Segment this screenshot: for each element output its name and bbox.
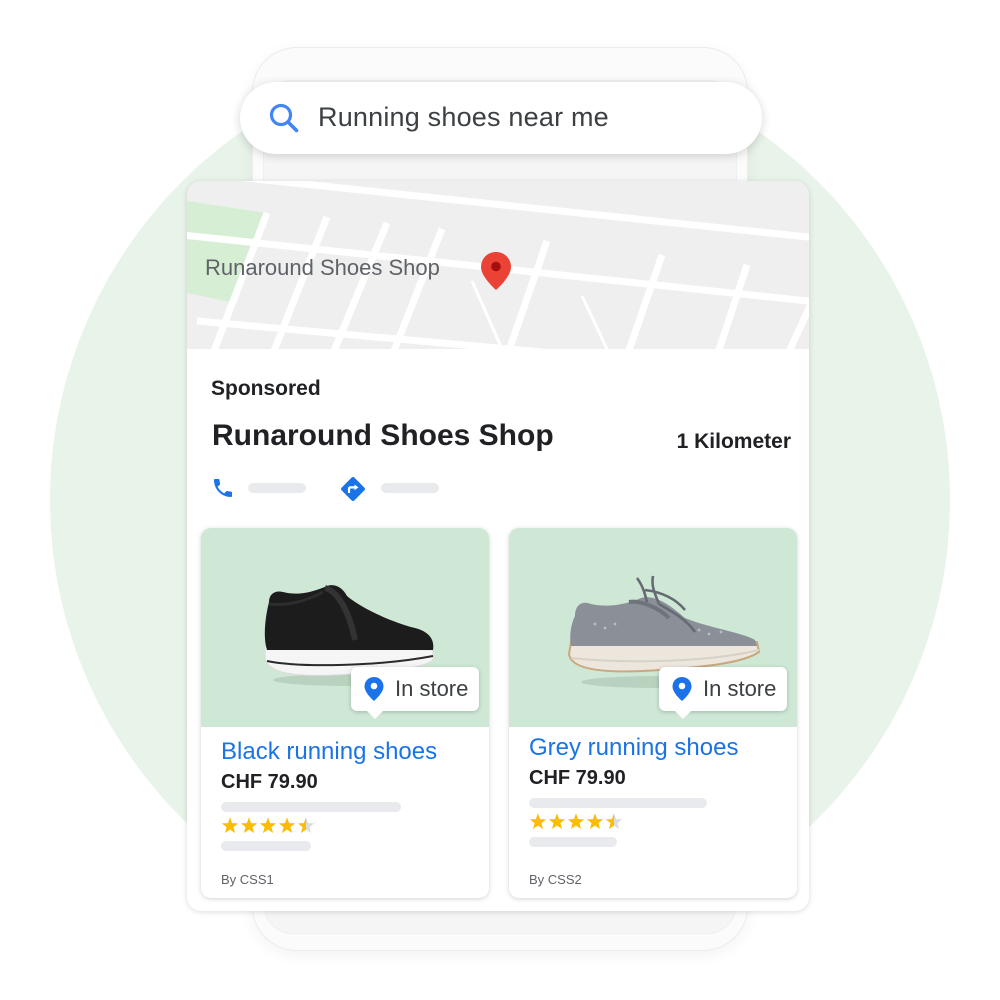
directions-placeholder — [381, 483, 439, 493]
rating-stars — [221, 817, 315, 833]
map-shop-label: Runaround Shoes Shop — [205, 255, 440, 280]
search-bar[interactable]: Running shoes near me — [240, 82, 762, 154]
seller-label: By CSS1 — [221, 872, 274, 887]
review-count-placeholder — [529, 837, 617, 847]
star-icon — [259, 817, 277, 833]
star-icon — [240, 817, 258, 833]
local-ad-card[interactable]: Runaround Shoes Shop Sponsored Runaround… — [187, 181, 809, 911]
product-price: CHF 79.90 — [529, 767, 626, 789]
star-icon — [278, 817, 296, 833]
star-icon — [297, 817, 315, 833]
product-card-black-shoes[interactable]: In store Black running shoes CHF 79.90 B… — [201, 528, 489, 898]
rating-stars — [529, 813, 623, 829]
star-icon — [221, 817, 239, 833]
shop-name[interactable]: Runaround Shoes Shop — [212, 419, 554, 453]
product-price: CHF 79.90 — [221, 771, 318, 793]
search-icon — [269, 103, 299, 133]
star-icon — [567, 813, 585, 829]
in-store-badge: In store — [659, 667, 787, 719]
in-store-label: In store — [395, 676, 469, 701]
phone-icon[interactable] — [211, 476, 235, 500]
star-icon — [605, 813, 623, 829]
directions-icon[interactable] — [339, 475, 367, 503]
star-icon — [586, 813, 604, 829]
product-title[interactable]: Black running shoes — [221, 738, 437, 766]
phone-number-placeholder — [248, 483, 306, 493]
map-pin-icon[interactable] — [479, 251, 513, 291]
location-pin-icon — [672, 677, 692, 701]
review-count-placeholder — [221, 841, 311, 851]
product-detail-placeholder — [221, 802, 401, 812]
location-pin-icon — [364, 677, 384, 701]
product-card-grey-shoes[interactable]: In store Grey running shoes CHF 79.90 By… — [509, 528, 797, 898]
product-detail-placeholder — [529, 798, 707, 808]
distance-label: 1 Kilometer — [676, 430, 791, 453]
in-store-badge: In store — [351, 667, 479, 719]
seller-label: By CSS2 — [529, 872, 582, 887]
star-icon — [548, 813, 566, 829]
sponsored-label: Sponsored — [211, 377, 321, 400]
search-query[interactable]: Running shoes near me — [318, 102, 609, 133]
star-icon — [529, 813, 547, 829]
in-store-label: In store — [703, 676, 777, 701]
product-title[interactable]: Grey running shoes — [529, 734, 738, 762]
